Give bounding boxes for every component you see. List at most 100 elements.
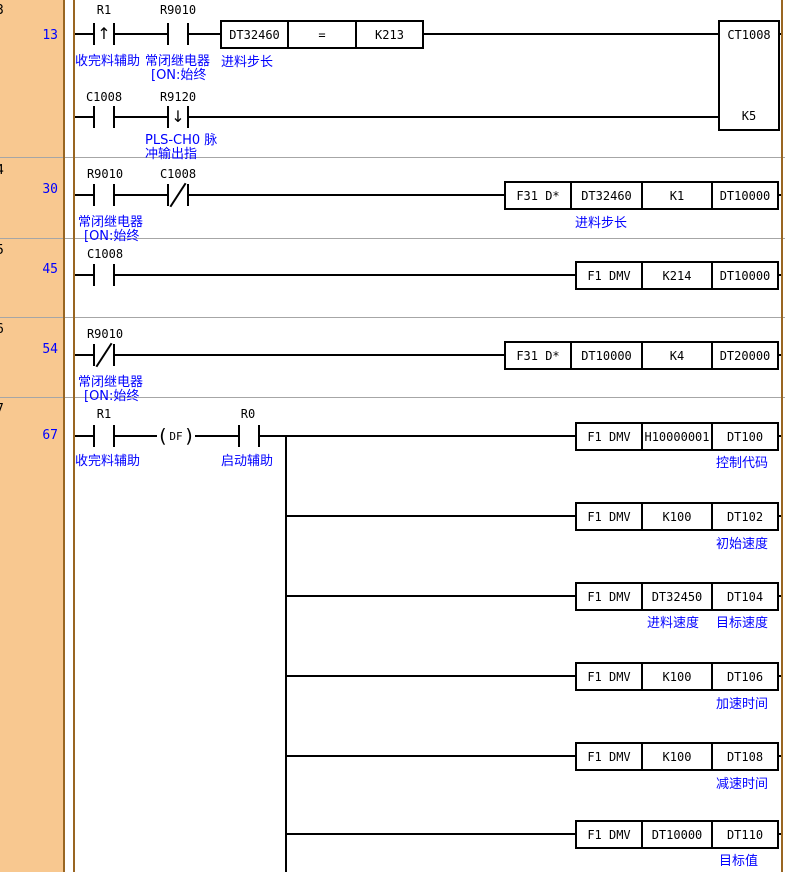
instruction-block[interactable]: F1 DMV H10000001 DT100: [575, 422, 779, 451]
step-number: 30: [26, 182, 58, 197]
comment-label: 控制代码: [716, 452, 768, 471]
wire-segment: [75, 435, 93, 437]
falling-edge-contact[interactable]: [187, 106, 189, 128]
instruction-mnemonic: F1 DMV: [577, 744, 641, 769]
step-number: 67: [26, 428, 58, 443]
no-contact[interactable]: [93, 425, 95, 447]
instruction-block[interactable]: F1 DMV DT32450 DT104: [575, 582, 779, 611]
nc-contact[interactable]: [113, 344, 115, 366]
contact-device-name[interactable]: R9120: [153, 90, 203, 104]
instruction-operand: K100: [641, 664, 711, 689]
instruction-operand: DT32460: [570, 183, 641, 208]
step-number: 54: [26, 342, 58, 357]
counter-name: CT1008: [720, 28, 778, 42]
instruction-operand: H10000001: [641, 424, 711, 449]
wire-segment: [195, 435, 238, 437]
rung-separator: [0, 157, 785, 158]
instruction-operand: DT104: [711, 584, 777, 609]
ladder-editor-canvas: 3 4 5 6 7 13 30 45 54 67 ↑ R1 R9010 DT32…: [0, 0, 785, 872]
nc-contact[interactable]: [167, 184, 169, 206]
counter-preset: K5: [720, 109, 778, 123]
instruction-block[interactable]: F1 DMV K100 DT106: [575, 662, 779, 691]
df-paren: (: [157, 424, 168, 449]
wire-segment: [75, 274, 93, 276]
instruction-operand: K100: [641, 744, 711, 769]
no-contact[interactable]: [113, 106, 115, 128]
wire-segment: [285, 833, 575, 835]
no-contact[interactable]: [113, 184, 115, 206]
no-contact[interactable]: [93, 264, 95, 286]
compare-block[interactable]: DT32460 = K213: [220, 20, 424, 49]
contact-device-name[interactable]: C1008: [153, 167, 203, 181]
comment-label: [ON:始终: [84, 225, 139, 244]
rising-edge-arrow-icon: ↑: [95, 22, 113, 46]
nc-contact[interactable]: [93, 344, 95, 366]
contact-device-name[interactable]: C1008: [79, 90, 129, 104]
no-contact[interactable]: [187, 23, 189, 45]
contact-device-name[interactable]: C1008: [80, 247, 130, 261]
comment-label: [ON:始终: [84, 385, 139, 404]
instruction-mnemonic: F1 DMV: [577, 504, 641, 529]
comment-label: 初始速度: [716, 533, 768, 552]
rung-number: 3: [0, 3, 4, 18]
wire-segment: [189, 116, 718, 118]
no-contact[interactable]: [238, 425, 240, 447]
no-contact[interactable]: [93, 184, 95, 206]
left-bus-rail: [73, 0, 75, 872]
comment-label: 目标值: [719, 850, 758, 869]
instruction-operand: DT10000: [711, 263, 777, 288]
instruction-operand: K1: [641, 183, 711, 208]
compare-operator: =: [287, 22, 355, 47]
instruction-block[interactable]: F31 D* DT10000 K4 DT20000: [504, 341, 779, 370]
no-contact[interactable]: [93, 106, 95, 128]
instruction-mnemonic: F1 DMV: [577, 584, 641, 609]
instruction-block[interactable]: F1 DMV K100 DT102: [575, 502, 779, 531]
counter-block[interactable]: CT1008 K5: [718, 20, 780, 131]
instruction-operand: DT102: [711, 504, 777, 529]
contact-device-name[interactable]: R9010: [80, 167, 130, 181]
rising-edge-contact[interactable]: [113, 23, 115, 45]
rung-separator: [0, 317, 785, 318]
instruction-operand: K214: [641, 263, 711, 288]
contact-device-name[interactable]: R0: [228, 407, 268, 421]
comment-label: 进料步长: [575, 212, 627, 231]
nc-slash: [170, 183, 187, 208]
instruction-mnemonic: F31 D*: [506, 183, 570, 208]
no-contact[interactable]: [113, 264, 115, 286]
rung-number: 7: [0, 402, 4, 417]
instruction-block[interactable]: F1 DMV DT10000 DT110: [575, 820, 779, 849]
nc-contact[interactable]: [187, 184, 189, 206]
df-instruction[interactable]: ( DF ): [157, 424, 195, 449]
instruction-operand: DT108: [711, 744, 777, 769]
no-contact[interactable]: [258, 425, 260, 447]
instruction-block[interactable]: F31 D* DT32460 K1 DT10000: [504, 181, 779, 210]
step-number: 13: [26, 28, 58, 43]
wire-segment: [115, 435, 158, 437]
wire-segment: [285, 675, 575, 677]
wire-segment: [75, 33, 93, 35]
contact-device-name[interactable]: R1: [84, 407, 124, 421]
instruction-block[interactable]: F1 DMV K214 DT10000: [575, 261, 779, 290]
instruction-mnemonic: F31 D*: [506, 343, 570, 368]
comment-label: 冲输出指: [145, 143, 197, 162]
wire-segment: [189, 194, 504, 196]
no-contact[interactable]: [113, 425, 115, 447]
gutter-border: [63, 0, 65, 872]
contact-device-name[interactable]: R1: [84, 3, 124, 17]
comment-label: [ON:始终: [151, 64, 206, 83]
comment-label: 目标速度: [716, 612, 768, 631]
instruction-operand: DT10000: [570, 343, 641, 368]
contact-device-name[interactable]: R9010: [80, 327, 130, 341]
instruction-operand: DT10000: [641, 822, 711, 847]
wire-segment: [260, 435, 575, 437]
wire-segment: [75, 116, 93, 118]
compare-operand: K213: [355, 22, 422, 47]
branch-wire: [285, 435, 287, 872]
contact-device-name[interactable]: R9010: [153, 3, 203, 17]
wire-segment: [75, 354, 93, 356]
instruction-operand: DT20000: [711, 343, 777, 368]
instruction-operand: K4: [641, 343, 711, 368]
instruction-block[interactable]: F1 DMV K100 DT108: [575, 742, 779, 771]
instruction-mnemonic: F1 DMV: [577, 424, 641, 449]
no-contact[interactable]: [167, 23, 169, 45]
